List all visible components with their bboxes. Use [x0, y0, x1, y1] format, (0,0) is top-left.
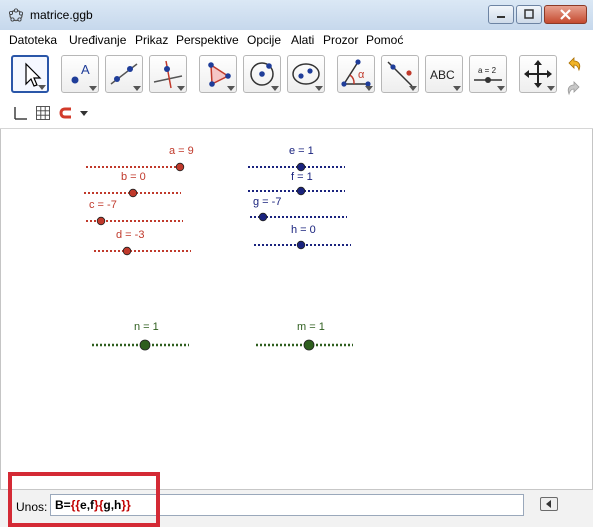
minimize-icon	[497, 16, 505, 18]
geogebra-app-icon	[8, 8, 23, 22]
slider-label-h: h = 0	[291, 224, 316, 236]
tool-dropdown-icon	[177, 86, 185, 91]
slider-track-g	[250, 212, 347, 222]
input-token: g,h	[103, 498, 122, 512]
slider-label-m: m = 1	[297, 321, 325, 333]
menu-perspektive[interactable]: Perspektive	[176, 33, 239, 47]
tool-dropdown-icon	[497, 86, 505, 91]
tool-dropdown-icon	[409, 86, 417, 91]
menu-bar: Datoteka Uređivanje Prikaz Perspektive O…	[0, 30, 593, 50]
title-bar: matrice.ggb	[0, 0, 593, 30]
input-token: e,f	[80, 498, 95, 512]
line-tool-button[interactable]	[105, 55, 143, 93]
tool-dropdown-icon	[89, 86, 97, 91]
keyboard-button[interactable]	[540, 497, 558, 511]
circle-tool-button[interactable]	[243, 55, 281, 93]
toolbar: A α ABC a = 2	[0, 50, 593, 100]
angle-tool-button[interactable]: α	[337, 55, 375, 93]
grid-icon[interactable]	[35, 105, 51, 121]
tool-dropdown-icon	[133, 86, 141, 91]
svg-text:A: A	[81, 62, 90, 77]
slider-track-n	[92, 339, 189, 351]
perpendicular-tool-button[interactable]	[149, 55, 187, 93]
point-tool-button[interactable]: A	[61, 55, 99, 93]
menu-uredivanje[interactable]: Uređivanje	[69, 33, 126, 47]
tool-dropdown-icon	[315, 86, 323, 91]
slider-track-m	[256, 339, 353, 351]
menu-alati[interactable]: Alati	[291, 33, 314, 47]
tool-dropdown-icon	[365, 86, 373, 91]
undo-icon[interactable]	[565, 55, 583, 73]
move-tool-button[interactable]	[11, 55, 49, 93]
slider-label-b: b = 0	[121, 171, 146, 183]
minimize-button[interactable]	[488, 5, 514, 24]
dropdown-arrow-icon[interactable]	[76, 105, 92, 121]
maximize-icon	[524, 9, 534, 19]
slider-label-f: f = 1	[291, 171, 313, 183]
slider-track-h	[254, 240, 351, 250]
text-tool-button[interactable]: ABC	[425, 55, 463, 93]
slider-m[interactable]	[255, 339, 361, 359]
menu-prikaz[interactable]: Prikaz	[135, 33, 168, 47]
tool-dropdown-icon	[38, 85, 46, 90]
tool-dropdown-icon	[271, 86, 279, 91]
geogebra-window: matrice.ggb Datoteka Uređivanje Prikaz P…	[0, 0, 593, 527]
svg-text:ABC: ABC	[430, 68, 455, 82]
reflect-tool-button[interactable]	[381, 55, 419, 93]
input-token: }	[126, 498, 131, 512]
point-capture-icon[interactable]	[58, 105, 74, 121]
slider-label-g: g = -7	[253, 196, 282, 208]
slider-label-e: e = 1	[289, 145, 314, 157]
tool-dropdown-icon	[547, 86, 555, 91]
input-token: B=	[55, 498, 71, 512]
move-graphics-tool-button[interactable]	[519, 55, 557, 93]
slider-n[interactable]	[91, 339, 197, 359]
window-title: matrice.ggb	[30, 8, 93, 22]
input-bar: Unos: B={{e,f}{g,h}}	[0, 489, 593, 527]
slider-label-d: d = -3	[116, 229, 145, 241]
virtual-keyboard-icon	[546, 500, 551, 508]
close-button[interactable]	[544, 5, 587, 24]
slider-track-d	[94, 246, 191, 256]
slider-h[interactable]	[253, 239, 359, 259]
svg-text:a = 2: a = 2	[478, 66, 497, 75]
menu-pomoc[interactable]: Pomoć	[366, 33, 403, 47]
input-field[interactable]: B={{e,f}{g,h}}	[50, 494, 524, 516]
graphics-view[interactable]: a = 9 b = 0 c = -7 d = -3 e = 1 f = 1 g = -7 h …	[0, 129, 593, 489]
axes-icon[interactable]	[12, 105, 28, 121]
tool-dropdown-icon	[227, 86, 235, 91]
slider-label-a: a = 9	[169, 145, 194, 157]
redo-icon[interactable]	[565, 79, 583, 97]
slider-d[interactable]	[93, 245, 199, 265]
tool-dropdown-icon	[453, 86, 461, 91]
svg-text:α: α	[358, 69, 365, 81]
style-bar	[0, 100, 593, 129]
maximize-button[interactable]	[516, 5, 542, 24]
slider-track-c	[86, 216, 183, 226]
menu-prozor[interactable]: Prozor	[323, 33, 358, 47]
ellipse-tool-button[interactable]	[287, 55, 325, 93]
close-icon	[560, 9, 571, 20]
input-label: Unos:	[16, 500, 48, 514]
slider-tool-button[interactable]: a = 2	[469, 55, 507, 93]
polygon-tool-button[interactable]	[199, 55, 237, 93]
menu-opcije[interactable]: Opcije	[247, 33, 281, 47]
slider-label-n: n = 1	[134, 321, 159, 333]
menu-datoteka[interactable]: Datoteka	[9, 33, 57, 47]
slider-label-c: c = -7	[89, 199, 117, 211]
